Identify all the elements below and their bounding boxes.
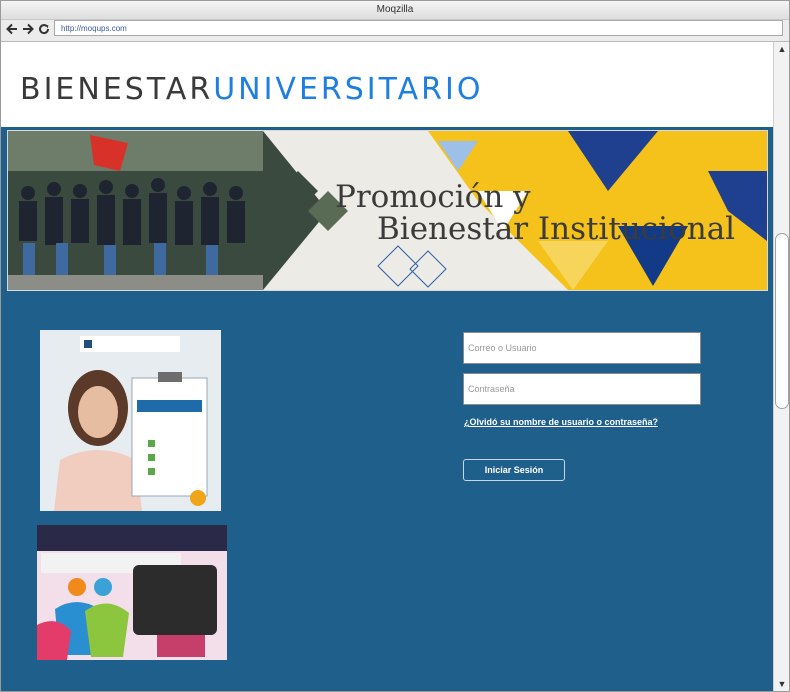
window-title: Moqzilla: [1, 1, 789, 20]
arrow-right-icon[interactable]: [21, 22, 35, 36]
site-header: BIENESTARUNIVERSITARIO: [1, 42, 773, 129]
promo-estudiante-image: [40, 330, 221, 511]
promo-card-estudiante[interactable]: [40, 330, 221, 511]
logo-part1: BIENESTAR: [20, 72, 214, 107]
browser-toolbar: http://moqups.com: [1, 20, 789, 42]
scrollbar-thumb[interactable]: [775, 233, 789, 409]
password-field[interactable]: Contraseña: [463, 373, 701, 405]
user-field[interactable]: Correo o Usuario: [463, 332, 701, 364]
hero-banner: Promoción y Bienestar Institucional: [7, 130, 768, 291]
scroll-up-icon[interactable]: ▲: [776, 43, 788, 55]
vertical-scrollbar[interactable]: ▲ ▼: [773, 42, 789, 691]
page-viewport: BIENESTARUNIVERSITARIO Promoción y Biene…: [1, 42, 773, 691]
scroll-down-icon[interactable]: ▼: [776, 678, 788, 690]
address-bar[interactable]: http://moqups.com: [54, 20, 783, 36]
reload-icon[interactable]: [37, 22, 51, 36]
promo-card-joven[interactable]: [37, 525, 227, 660]
banner-title-line2: Bienestar Institucional: [377, 211, 736, 247]
arrow-left-icon[interactable]: [5, 22, 19, 36]
site-logo[interactable]: BIENESTARUNIVERSITARIO: [20, 72, 483, 108]
browser-window: Moqzilla http://moqups.com BIENESTARUNIV…: [0, 0, 790, 692]
banner-title-line1: Promoción y: [335, 179, 531, 215]
forgot-password-link[interactable]: ¿Olvidó su nombre de usuario o contraseñ…: [464, 417, 658, 427]
logo-part2: UNIVERSITARIO: [213, 72, 484, 107]
promo-joven-image: [37, 525, 227, 660]
login-button[interactable]: Iniciar Sesión: [463, 459, 565, 481]
